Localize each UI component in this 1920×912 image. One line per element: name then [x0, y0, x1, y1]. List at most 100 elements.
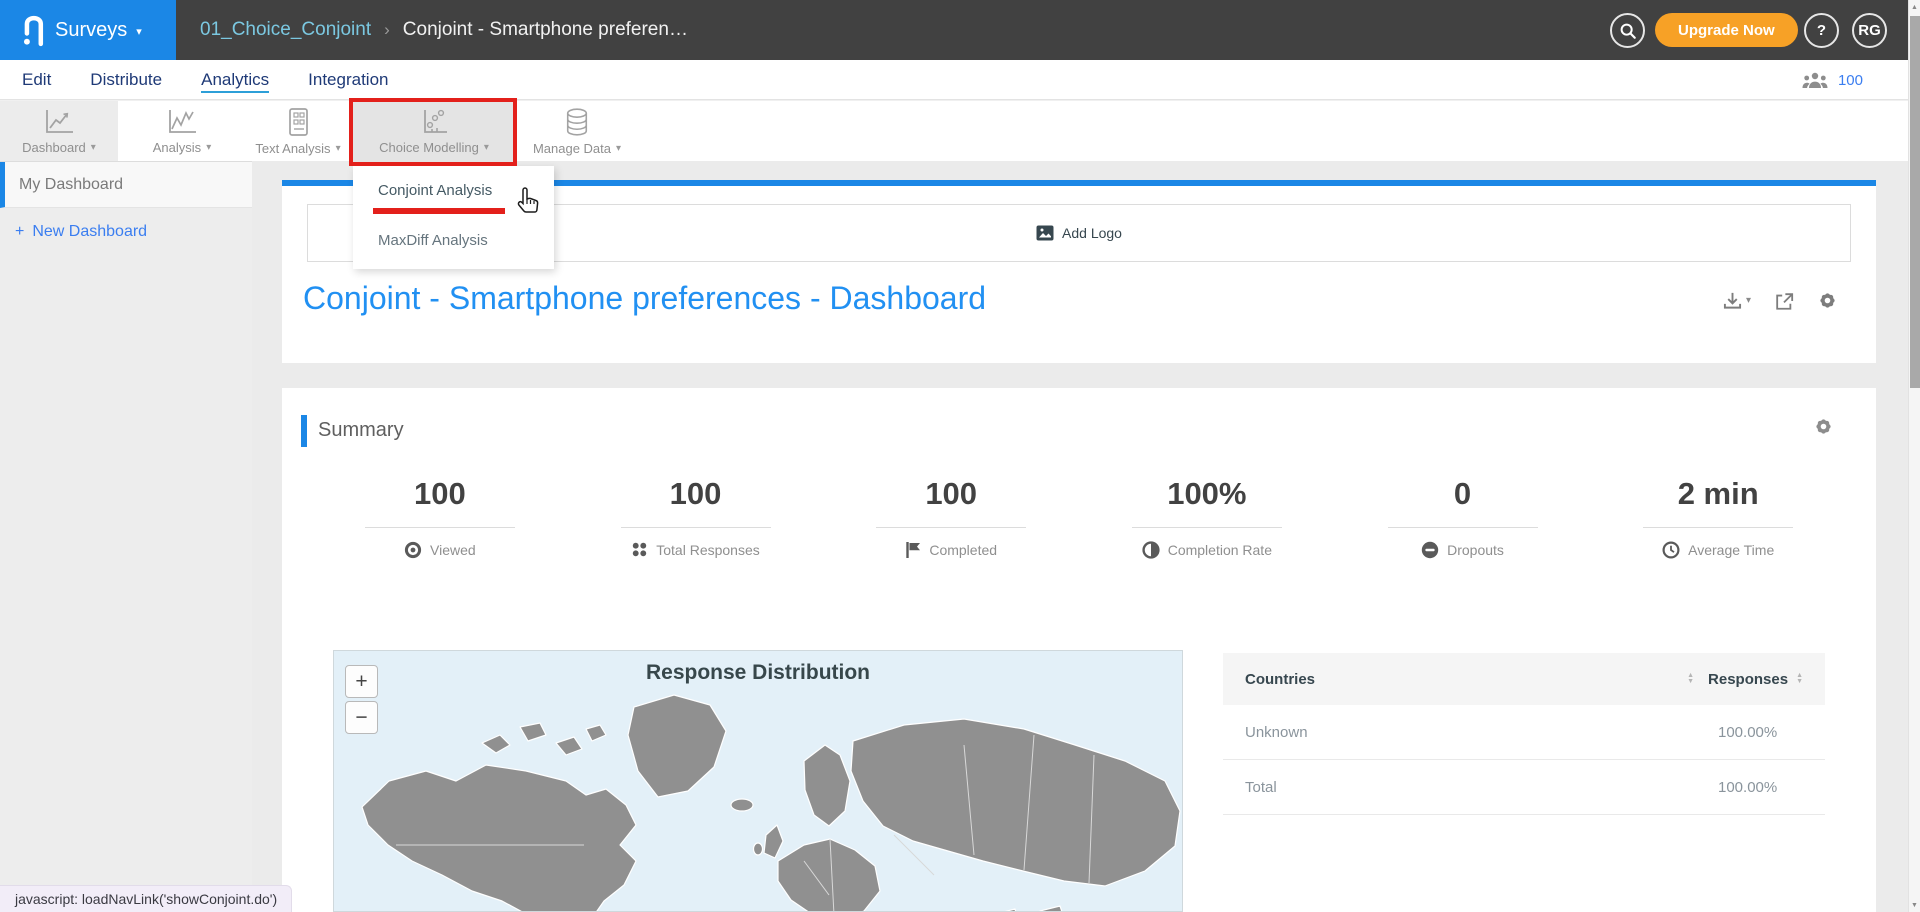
breadcrumb-folder-link[interactable]: 01_Choice_Conjoint	[200, 19, 371, 41]
toolbar-item-label: Dashboard	[22, 140, 86, 155]
download-button[interactable]: ▾	[1722, 291, 1751, 310]
new-dashboard-button[interactable]: + New Dashboard	[15, 223, 252, 241]
scrollbar-up-arrow[interactable]: ▲	[1909, 0, 1920, 14]
toolbar-item-choice-modelling[interactable]: Choice Modelling ▾	[353, 101, 515, 162]
column-header-responses[interactable]: Responses	[1708, 671, 1788, 688]
eye-icon	[404, 541, 422, 559]
stat-value: 100	[312, 476, 568, 512]
breadcrumb-survey-name: Conjoint - Smartphone preferen…	[403, 19, 688, 41]
help-icon: ?	[1817, 22, 1826, 39]
toolbar-item-manage-data[interactable]: Manage Data ▾	[518, 101, 636, 162]
top-header-bar: Surveys ▾ 01_Choice_Conjoint › Conjoint …	[0, 0, 1908, 60]
download-icon	[1722, 291, 1743, 310]
stat-value: 100	[568, 476, 824, 512]
status-link-text: javascript: loadNavLink('showConjoint.do…	[15, 891, 277, 907]
stat-label: Viewed	[430, 542, 476, 558]
analytics-toolbar: Dashboard▾ Analysis▾	[0, 100, 1908, 161]
toolbar-item-text-analysis[interactable]: Text Analysis ▾	[246, 101, 350, 162]
stat-value: 100%	[1079, 476, 1335, 512]
sidebar-item-label: My Dashboard	[19, 176, 123, 194]
scrollbar-down-arrow[interactable]: ▼	[1909, 898, 1920, 912]
dashboard-chart-icon	[42, 108, 76, 136]
link-status-bar: javascript: loadNavLink('showConjoint.do…	[0, 885, 292, 912]
toolbar-item-label: Text Analysis	[255, 141, 330, 156]
respondent-count[interactable]: 100	[1802, 60, 1863, 100]
stat-label: Dropouts	[1447, 542, 1504, 558]
summary-heading: Summary	[318, 419, 404, 442]
scrollbar-thumb[interactable]	[1910, 16, 1920, 388]
toolbar-item-dashboard[interactable]: Dashboard▾	[0, 101, 118, 162]
stat-value: 2 min	[1590, 476, 1846, 512]
toolbar-item-label: Analysis	[153, 140, 201, 155]
chevron-down-icon: ▾	[616, 143, 621, 154]
text-analysis-icon	[285, 107, 311, 137]
stat-total-responses: 100 Total Responses	[568, 476, 824, 559]
product-switcher[interactable]: Surveys ▾	[0, 0, 176, 60]
search-icon	[1619, 22, 1637, 40]
nav-item-integration[interactable]: Integration	[308, 66, 388, 93]
chevron-down-icon: ▾	[336, 143, 341, 154]
stat-label: Completed	[929, 542, 997, 558]
nav-item-distribute[interactable]: Distribute	[90, 66, 162, 93]
sort-icon[interactable]: ▲▼	[1796, 673, 1803, 685]
nav-item-analytics[interactable]: Analytics	[201, 66, 269, 93]
upgrade-now-button[interactable]: Upgrade Now	[1655, 13, 1798, 47]
half-circle-icon	[1142, 541, 1160, 559]
avatar[interactable]: RG	[1852, 13, 1887, 48]
choice-modelling-icon	[417, 108, 451, 136]
response-distribution-map[interactable]: Response Distribution + −	[333, 650, 1183, 912]
database-icon	[564, 107, 590, 137]
page: Surveys ▾ 01_Choice_Conjoint › Conjoint …	[0, 0, 1920, 912]
respondent-count-value: 100	[1838, 72, 1863, 89]
help-button[interactable]: ?	[1804, 13, 1839, 48]
breadcrumb: 01_Choice_Conjoint › Conjoint - Smartpho…	[200, 0, 688, 60]
search-button[interactable]	[1610, 13, 1645, 48]
share-button[interactable]	[1773, 291, 1795, 311]
section-accent-bar	[301, 415, 307, 447]
sidebar-item-my-dashboard[interactable]: My Dashboard	[0, 162, 252, 208]
stat-divider	[876, 527, 1026, 528]
chevron-down-icon: ▾	[136, 25, 142, 38]
gear-icon	[1813, 416, 1834, 437]
table-row: Unknown 100.00%	[1223, 705, 1825, 760]
sort-icon[interactable]: ▲▼	[1687, 673, 1694, 685]
plus-icon: +	[15, 223, 24, 241]
map-zoom-in-button[interactable]: +	[345, 665, 378, 698]
column-header-countries[interactable]: Countries	[1245, 671, 1679, 688]
share-icon	[1773, 291, 1795, 311]
summary-stats-row: 100 Viewed 100	[282, 476, 1876, 559]
stat-label: Completion Rate	[1168, 542, 1272, 558]
countries-table-header: Countries ▲▼ Responses ▲▼	[1223, 653, 1825, 705]
product-name: Surveys	[55, 19, 127, 42]
breadcrumb-separator: ›	[384, 20, 390, 40]
gear-icon	[1817, 290, 1838, 311]
chevron-down-icon: ▾	[206, 142, 211, 153]
world-map	[334, 685, 1183, 912]
conjoint-analysis-highlight-underline	[373, 208, 505, 214]
chevron-down-icon: ▾	[1746, 295, 1751, 306]
country-name: Unknown	[1245, 724, 1718, 741]
summary-settings-button[interactable]	[1813, 416, 1834, 437]
minus-circle-icon	[1421, 541, 1439, 559]
toolbar-item-label: Manage Data	[533, 141, 611, 156]
nav-item-edit[interactable]: Edit	[22, 66, 51, 93]
map-title: Response Distribution	[334, 661, 1182, 685]
toolbar-item-label: Choice Modelling	[379, 140, 479, 155]
dashboard-settings-button[interactable]	[1817, 290, 1838, 311]
toolbar-item-analysis[interactable]: Analysis ▾	[120, 101, 244, 162]
clock-icon	[1662, 541, 1680, 559]
stat-divider	[621, 527, 771, 528]
menu-item-maxdiff-analysis[interactable]: MaxDiff Analysis	[353, 218, 554, 259]
country-name: Total	[1245, 779, 1718, 796]
mouse-cursor-hand-icon	[514, 186, 542, 218]
stat-value: 100	[823, 476, 1079, 512]
add-logo-label: Add Logo	[1062, 225, 1122, 241]
stat-label: Average Time	[1688, 542, 1774, 558]
map-zoom-out-button[interactable]: −	[345, 701, 378, 734]
dashboard-sidebar: My Dashboard + New Dashboard	[0, 161, 252, 912]
stat-dropouts: 0 Dropouts	[1335, 476, 1591, 559]
people-icon	[1802, 72, 1828, 89]
stat-value: 0	[1335, 476, 1591, 512]
stat-divider	[1643, 527, 1793, 528]
chevron-down-icon: ▾	[484, 142, 489, 153]
